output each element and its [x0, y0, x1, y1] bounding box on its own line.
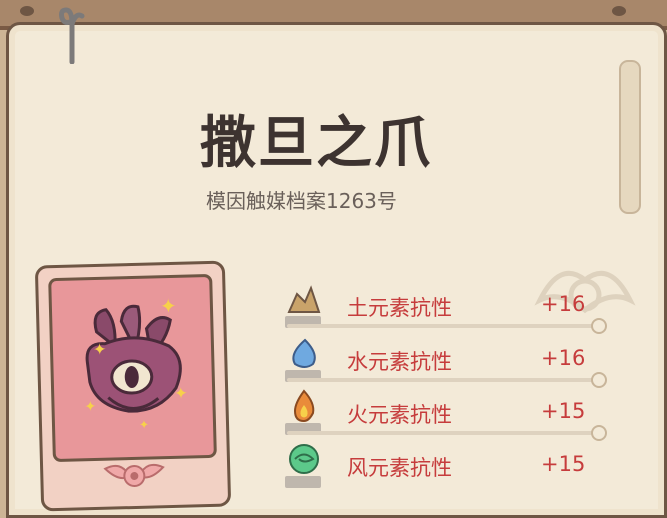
item-card[interactable]: ✦ ✦ ✦ ✦ ✦: [34, 260, 232, 512]
sparkle-icon: ✦: [173, 383, 188, 403]
scrollbar[interactable]: [619, 60, 641, 214]
stat-knob: [591, 425, 607, 441]
stat-value: +15: [541, 452, 586, 476]
item-image-frame: ✦ ✦ ✦ ✦ ✦: [48, 273, 217, 463]
stat-row-fire: 火元素抗性 +15: [285, 387, 615, 441]
fire-element-icon: [293, 389, 315, 423]
stat-value: +16: [541, 292, 586, 316]
stat-knob: [591, 372, 607, 388]
stat-value: +15: [541, 399, 586, 423]
hanger-hook-icon: [59, 7, 85, 64]
stat-label: 风元素抗性: [347, 456, 452, 480]
stat-row-earth: 土元素抗性 +16: [285, 280, 615, 334]
rivet-icon: [612, 6, 626, 16]
stat-row-wind: 风元素抗性 +15: [285, 440, 615, 492]
stat-label: 土元素抗性: [347, 296, 452, 320]
stat-row-water: 水元素抗性 +16: [285, 334, 615, 388]
stat-divider: [287, 324, 597, 328]
item-title: 撒旦之爪: [200, 111, 432, 176]
sparkle-icon: ✦: [138, 417, 150, 432]
earth-element-icon: [287, 285, 321, 313]
stat-divider: [287, 431, 597, 435]
rivet-icon: [20, 6, 34, 16]
wind-element-icon: [289, 444, 319, 474]
stat-label: 水元素抗性: [347, 350, 452, 374]
sparkle-icon: ✦: [84, 398, 97, 416]
stat-value: +16: [541, 346, 586, 370]
winged-emblem-icon: [103, 463, 165, 487]
archive-number: 模因触媒档案1263号: [206, 189, 397, 213]
stat-knob: [591, 318, 607, 334]
sparkle-icon: ✦: [92, 339, 107, 360]
stat-divider: [287, 378, 597, 382]
stat-label: 火元素抗性: [347, 403, 452, 427]
water-element-icon: [292, 338, 316, 368]
sparkle-icon: ✦: [159, 293, 177, 319]
stat-pad: [285, 476, 321, 488]
